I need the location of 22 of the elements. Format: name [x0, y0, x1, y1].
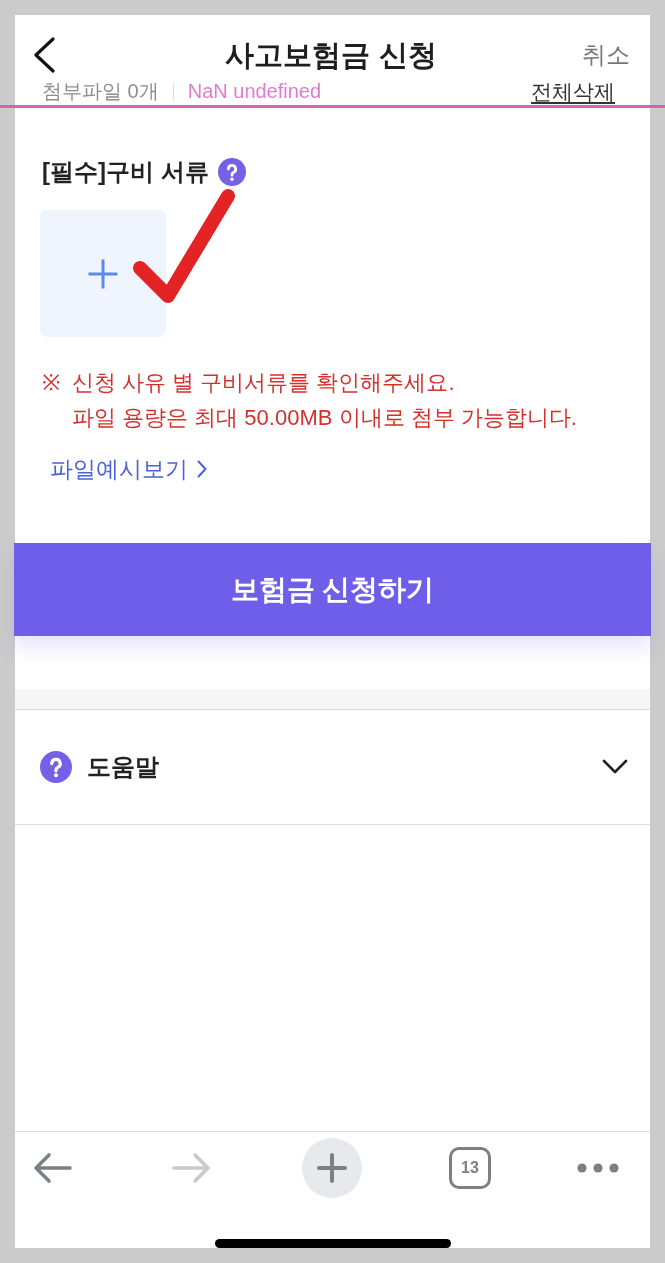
notice-text: 파일 용량은 최대 50.00MB 이내로 첨부 가능합니다.	[72, 404, 577, 432]
help-icon	[217, 158, 246, 186]
attachment-count: 첨부파일 0개	[42, 81, 159, 102]
page-title: 사고보험금 신청	[225, 38, 437, 73]
help-icon	[40, 751, 72, 783]
upload-tile[interactable]	[40, 210, 166, 337]
file-size-text: NaN undefined	[187, 81, 322, 102]
note-mark: ※	[42, 369, 61, 397]
more-icon[interactable]	[577, 1163, 619, 1173]
back-icon[interactable]	[32, 37, 56, 73]
help-label: 도움말	[87, 752, 159, 782]
cancel-button[interactable]: 취소	[582, 40, 630, 70]
tabs-button[interactable]: 13	[449, 1147, 491, 1189]
submit-button[interactable]: 보험금 신청하기	[14, 543, 651, 636]
chevron-right-icon	[197, 460, 207, 478]
notice-text: 신청 사유 별 구비서류를 확인해주세요.	[72, 369, 456, 397]
plus-icon[interactable]	[302, 1138, 362, 1198]
plus-icon	[87, 257, 119, 290]
section-title: [필수]구비 서류	[42, 157, 209, 187]
chevron-down-icon[interactable]	[602, 759, 628, 775]
file-example-link[interactable]: 파일예시보기	[50, 454, 207, 484]
back-arrow-icon[interactable]	[33, 1152, 73, 1184]
